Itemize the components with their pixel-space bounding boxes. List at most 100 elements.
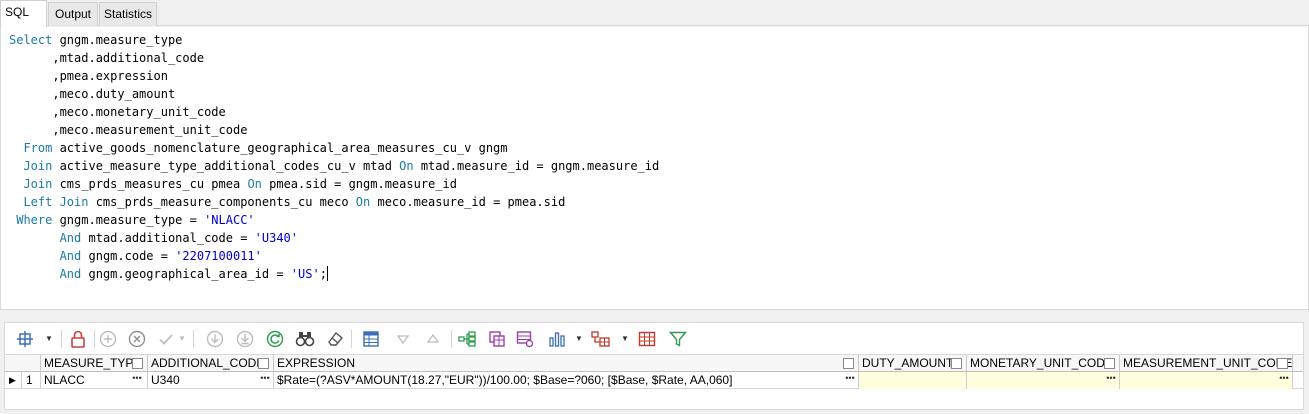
code-line[interactable]: Join cms_prds_measures_cu pmea On pmea.s… <box>9 175 659 193</box>
add-row-icon[interactable] <box>98 329 118 349</box>
code-line[interactable]: Join active_measure_type_additional_code… <box>9 157 659 175</box>
ellipsis-button[interactable]: ••• <box>844 372 856 388</box>
sql-keyword: On <box>355 195 371 209</box>
column-label: MEASUREMENT_UNIT_CODE <box>1123 356 1293 370</box>
code-line[interactable]: ,meco.monetary_unit_code <box>9 103 659 121</box>
code-line[interactable]: From active_goods_nomenclature_geographi… <box>9 139 659 157</box>
column-header-measurement-unit-code[interactable]: MEASUREMENT_UNIT_CODE <box>1120 355 1293 372</box>
results-grid[interactable]: MEASURE_TYPE ADDITIONAL_CODE EXPRESSION … <box>4 354 1304 410</box>
tab-output[interactable]: Output <box>48 2 98 26</box>
column-filter-icon[interactable] <box>1277 358 1288 369</box>
ellipsis-button[interactable]: ••• <box>131 372 143 388</box>
column-label: MONETARY_UNIT_CODE <box>970 356 1113 370</box>
sql-keyword: And <box>59 249 82 263</box>
sql-keyword: On <box>247 177 262 191</box>
ellipsis-button[interactable]: ••• <box>259 372 271 388</box>
sql-text: gngm.geographical_area_id = <box>81 267 291 281</box>
sql-text: ,meco.duty_amount <box>9 87 176 101</box>
column-filter-icon[interactable] <box>843 358 854 369</box>
ellipsis-button[interactable]: ••• <box>1278 372 1290 388</box>
column-header-expression[interactable]: EXPRESSION <box>274 355 859 372</box>
column-label: DUTY_AMOUNT <box>862 356 954 370</box>
code-line[interactable]: And gngm.geographical_area_id = 'US'; <box>9 265 659 283</box>
chevron-down-icon[interactable]: ▼ <box>575 329 583 349</box>
lock-icon[interactable] <box>68 329 88 349</box>
code-line[interactable]: ,mtad.additional_code <box>9 49 659 67</box>
fetch-last-icon[interactable] <box>235 329 255 349</box>
code-line[interactable]: Left Join cms_prds_measure_components_cu… <box>9 193 659 211</box>
tab-statistics[interactable]: Statistics <box>99 2 157 26</box>
chevron-down-icon[interactable]: ▼ <box>45 329 53 349</box>
delete-row-icon[interactable] <box>127 329 147 349</box>
chart-icon[interactable] <box>547 329 567 349</box>
column-filter-icon[interactable] <box>951 358 962 369</box>
sql-string: 'US' <box>290 267 320 281</box>
post-edit-icon[interactable] <box>156 329 176 349</box>
row-indicator-icon: ▶ <box>5 372 22 389</box>
sql-string: 'NLACC' <box>204 213 255 227</box>
column-filter-icon[interactable] <box>258 358 269 369</box>
clear-icon[interactable] <box>325 329 345 349</box>
sql-text: gngm.code = <box>81 249 176 263</box>
table-row[interactable]: ▶ 1 NLACC ••• U340 ••• $Rate=(?ASV*AMOUN… <box>5 372 1303 389</box>
chevron-down-icon[interactable]: ▼ <box>621 329 629 349</box>
pivot-icon[interactable] <box>591 329 611 349</box>
cell-additional-code[interactable]: U340 <box>148 372 274 389</box>
sql-keyword: Left Join <box>23 195 89 209</box>
sql-keyword: Select <box>9 33 53 47</box>
sql-text: ,meco.monetary_unit_code <box>9 105 226 119</box>
sql-text: ,pmea.expression <box>9 69 168 83</box>
column-label: MEASURE_TYPE <box>44 356 142 370</box>
splitter[interactable] <box>0 311 1309 320</box>
sql-text: ,mtad.additional_code <box>9 51 205 65</box>
filter-up-icon[interactable] <box>423 329 443 349</box>
sql-keyword: Where <box>16 213 53 227</box>
sql-keyword: And <box>59 267 82 281</box>
grid-header: MEASURE_TYPE ADDITIONAL_CODE EXPRESSION … <box>5 355 1303 372</box>
code-line[interactable]: Select gngm.measure_type <box>9 31 659 49</box>
column-filter-icon[interactable] <box>1104 358 1115 369</box>
column-header-monetary-unit-code[interactable]: MONETARY_UNIT_CODE <box>967 355 1120 372</box>
cell-measurement-unit-code[interactable] <box>1120 372 1293 389</box>
code-line[interactable]: ,pmea.expression <box>9 67 659 85</box>
sql-text: active_measure_type_additional_codes_cu_… <box>52 159 400 173</box>
toolbar-separator <box>61 330 62 348</box>
filter-down-icon[interactable] <box>393 329 413 349</box>
table-settings-icon[interactable] <box>515 329 535 349</box>
sql-text: gngm.measure_type <box>52 33 183 47</box>
ellipsis-button[interactable]: ••• <box>1105 372 1117 388</box>
sql-text: mtad.additional_code = <box>81 231 255 245</box>
sql-editor[interactable]: Select gngm.measure_type ,mtad.additiona… <box>0 27 1309 310</box>
chevron-down-icon[interactable]: ▼ <box>178 329 186 349</box>
tab-sql[interactable]: SQL <box>0 0 47 27</box>
grid-options-icon[interactable] <box>15 329 35 349</box>
code-line[interactable]: ,meco.measurement_unit_code <box>9 121 659 139</box>
toolbar-separator <box>351 330 352 348</box>
cell-expression[interactable]: $Rate=(?ASV*AMOUNT(18.27,"EUR"))/100.00;… <box>274 372 859 389</box>
sql-code[interactable]: Select gngm.measure_type ,mtad.additiona… <box>9 31 659 283</box>
fetch-next-icon[interactable] <box>205 329 225 349</box>
funnel-icon[interactable] <box>668 329 688 349</box>
tree-view-icon[interactable] <box>457 329 477 349</box>
sql-keyword: And <box>59 231 82 245</box>
refresh-icon[interactable] <box>265 329 285 349</box>
column-filter-icon[interactable] <box>132 358 143 369</box>
code-line[interactable]: And gngm.code = '2207100011' <box>9 247 659 265</box>
column-header-additional-code[interactable]: ADDITIONAL_CODE <box>148 355 274 372</box>
record-view-icon[interactable] <box>361 329 381 349</box>
export-icon[interactable] <box>487 329 507 349</box>
grid-layout-icon[interactable] <box>637 329 657 349</box>
find-icon[interactable] <box>295 329 315 349</box>
code-line[interactable]: ,meco.duty_amount <box>9 85 659 103</box>
code-line[interactable]: Where gngm.measure_type = 'NLACC' <box>9 211 659 229</box>
code-line[interactable]: And mtad.additional_code = 'U340' <box>9 229 659 247</box>
cell-duty-amount[interactable] <box>859 372 967 389</box>
toolbar-separator <box>451 330 452 348</box>
result-tabbar: SQL Output Statistics <box>0 0 1309 27</box>
sql-text: ,meco.measurement_unit_code <box>9 123 248 137</box>
grid-toolbar: ▼ ▼ ▼ ▼ <box>4 322 1304 354</box>
cell-monetary-unit-code[interactable] <box>967 372 1120 389</box>
